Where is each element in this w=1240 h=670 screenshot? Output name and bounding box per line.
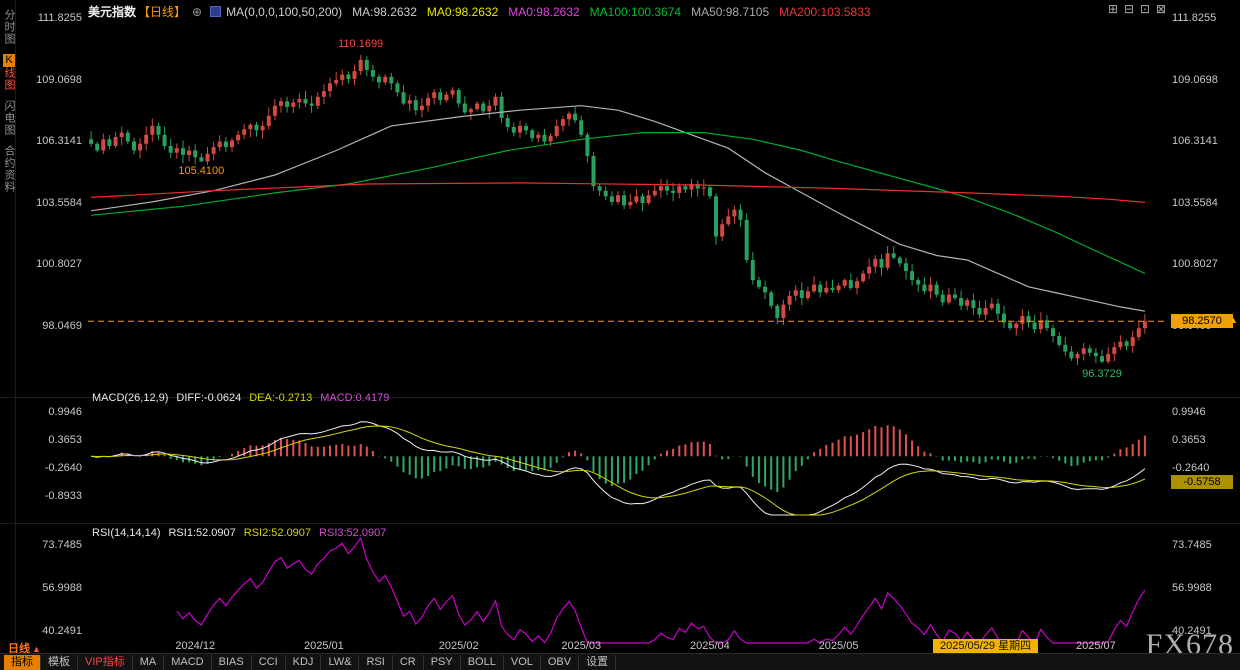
x-axis-label: 2025/02 — [429, 640, 489, 652]
x-axis-label: 2025/03 — [551, 640, 611, 652]
tab-indicator[interactable]: 指标 — [4, 655, 41, 670]
macd-histogram — [103, 425, 1145, 492]
ma-readout: MA:98.2632 — [352, 5, 417, 19]
ma-lines-layer — [91, 106, 1145, 312]
ma-settings-label: MA(0,0,0,100,50,200) — [226, 5, 342, 19]
tab-kdj[interactable]: KDJ — [286, 655, 322, 670]
tab-lwr[interactable]: LW& — [321, 655, 359, 670]
price-axis-label: 109.0698 — [1172, 73, 1238, 87]
low-price-annotation: 96.3729 — [1067, 368, 1137, 380]
price-axis-label: 111.8255 — [1172, 11, 1238, 25]
tab-vol[interactable]: VOL — [504, 655, 541, 670]
indicator-tabs: 指标模板VIP指标MAMACDBIASCCIKDJLW&RSICRPSYBOLL… — [4, 655, 616, 670]
sidebar-item-time-chart[interactable]: 分时图 — [1, 9, 17, 45]
ma-readout: MA200:103.5833 — [779, 5, 870, 19]
ma-readout: MA0:98.2632 — [427, 5, 498, 19]
rsi-title: RSI(14,14,14) — [92, 527, 160, 539]
last-price-tag: 98.2570 — [1171, 314, 1233, 328]
chart-canvas[interactable] — [0, 0, 1240, 670]
layout-cycle-icon[interactable]: ⊠ — [1154, 2, 1168, 16]
candles-layer — [89, 55, 1147, 365]
tab-template[interactable]: 模板 — [41, 655, 78, 670]
x-axis-label: 2025/07 — [1066, 640, 1126, 652]
x-axis-label: 2024/12 — [165, 640, 225, 652]
ma-readouts: MA:98.2632 MA0:98.2632 MA0:98.2632 MA100:10… — [352, 5, 880, 19]
tab-psy[interactable]: PSY — [424, 655, 461, 670]
high-price-annotation: 110.1699 — [326, 38, 396, 50]
price-axis-label: 103.5584 — [1172, 196, 1238, 210]
macd-diff-value: DIFF:-0.0624 — [176, 392, 241, 404]
ma-readout: MA50:98.7105 — [691, 5, 769, 19]
indicator-badge-icon — [210, 6, 221, 17]
rsi-line — [177, 538, 1145, 643]
tab-macd[interactable]: MACD — [164, 655, 211, 670]
tab-boll[interactable]: BOLL — [461, 655, 504, 670]
tab-obv[interactable]: OBV — [541, 655, 579, 670]
macd-axis-label: -0.2640 — [1172, 461, 1238, 475]
active-tab-marker: K — [3, 54, 15, 67]
circle-plus-icon[interactable]: ⊕ — [192, 5, 202, 19]
macd-axis-label: 0.3653 — [1172, 433, 1238, 447]
rsi3-value: RSI3:52.0907 — [319, 527, 386, 539]
sidebar: 分时图 K线图闪电图合约资料 — [0, 0, 16, 652]
price-axis-label: 106.3141 — [1172, 134, 1238, 148]
tab-bias[interactable]: BIAS — [212, 655, 252, 670]
swing-low-annotation: 105.4100 — [166, 165, 236, 177]
layout-buttons: ⊞⊟⊡⊠ — [1104, 2, 1168, 16]
sidebar-item-flash-chart[interactable]: 闪电图 — [1, 100, 17, 136]
x-axis-label: 2025/04 — [680, 640, 740, 652]
layout-split-icon[interactable]: ⊟ — [1122, 2, 1136, 16]
panel-separator — [0, 523, 1240, 524]
macd-dea-value: DEA:-0.2713 — [249, 392, 312, 404]
ma-readout: MA0:98.2632 — [508, 5, 579, 19]
tab-rsi[interactable]: RSI — [359, 655, 392, 670]
period-tag: 【日线】 — [138, 5, 186, 19]
macd-axis-label: 0.9946 — [1172, 405, 1238, 419]
bottom-toolbar: 指标模板VIP指标MAMACDBIASCCIKDJLW&RSICRPSYBOLL… — [0, 653, 1240, 670]
tab-vip-indicator[interactable]: VIP指标 — [78, 655, 133, 670]
symbol-title: 美元指数 — [88, 5, 136, 19]
layout-single-icon[interactable]: ⊡ — [1138, 2, 1152, 16]
chart-header: 美元指数【日线】⊕MA(0,0,0,100,50,200)MA:98.2632M… — [88, 3, 881, 20]
x-axis-label: 2025/05 — [809, 640, 869, 652]
macd-value-tag: -0.5758 — [1171, 475, 1233, 489]
rsi1-value: RSI1:52.0907 — [168, 527, 235, 539]
rsi-axis-label: 73.7485 — [1172, 538, 1238, 552]
highlighted-date-label: 2025/05/29 星期四 — [933, 639, 1038, 654]
sidebar-item-kline-chart[interactable]: K线图 — [1, 54, 17, 91]
rsi-axis-label: 56.9988 — [1172, 581, 1238, 595]
rsi2-value: RSI2:52.0907 — [244, 527, 311, 539]
latest-price-marker-icon[interactable]: ▲ — [1229, 315, 1238, 325]
tab-cr[interactable]: CR — [393, 655, 424, 670]
macd-title: MACD(26,12,9) — [92, 392, 168, 404]
price-axis-label: 100.8027 — [1172, 257, 1238, 271]
chart-app: 分时图 K线图闪电图合约资料 美元指数【日线】 ⊕ MA(0,0,0,100,50,2… — [0, 0, 1240, 670]
macd-header: MACD(26,12,9) DIFF:-0.0624 DEA:-0.2713 MACD… — [92, 392, 397, 404]
x-axis-label: 2025/01 — [294, 640, 354, 652]
layout-grid-icon[interactable]: ⊞ — [1106, 2, 1120, 16]
tab-cci[interactable]: CCI — [252, 655, 286, 670]
tab-ma[interactable]: MA — [133, 655, 165, 670]
ma-readout: MA100:100.3674 — [590, 5, 681, 19]
macd-macd-value: MACD:0.4179 — [320, 392, 389, 404]
rsi-header: RSI(14,14,14) RSI1:52.0907 RSI2:52.0907 RSI… — [92, 527, 394, 539]
tab-settings[interactable]: 设置 — [579, 655, 616, 670]
sidebar-item-contract-info[interactable]: 合约资料 — [1, 145, 17, 193]
